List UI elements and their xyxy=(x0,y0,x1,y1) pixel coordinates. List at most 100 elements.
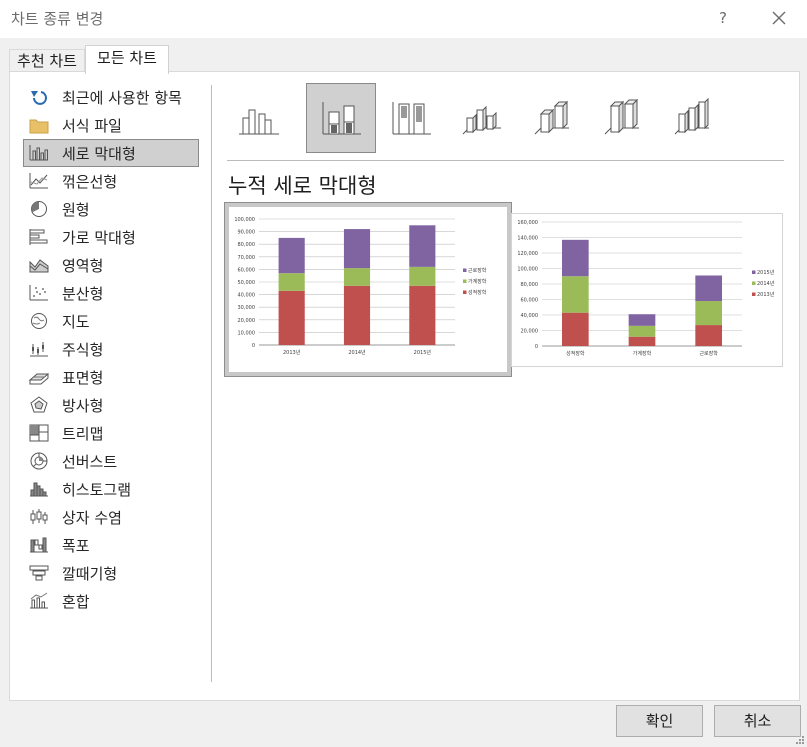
x-tick-label: 근로장학 xyxy=(699,350,718,357)
y-tick-label: 30,000 xyxy=(238,305,256,311)
all-charts-panel: 최근에 사용한 항목서식 파일 세로 막대형꺾은선형원형가로 막대형 영역형분산형지… xyxy=(9,71,800,701)
x-tick-label: 2013년 xyxy=(283,349,301,356)
chart-type-item[interactable]: 표면형 xyxy=(23,363,199,391)
y-tick-label: 40,000 xyxy=(521,313,539,319)
legend-label: 성적장학 xyxy=(468,289,487,296)
bar-segment xyxy=(628,314,656,326)
subtype-clustered-column[interactable] xyxy=(224,83,294,153)
chart-type-item[interactable]: 주식형 xyxy=(23,335,199,363)
divider xyxy=(227,160,784,161)
legend-label: 2013년 xyxy=(757,291,775,298)
subtype-3d-clustered-column[interactable] xyxy=(446,83,516,153)
chart-type-item[interactable]: 꺾은선형 xyxy=(23,167,199,195)
chart-type-item[interactable]: 트리맵 xyxy=(23,419,199,447)
title-bar: 차트 종류 변경 ? xyxy=(0,0,807,38)
chart-type-item[interactable]: 혼합 xyxy=(23,587,199,615)
tab-recommended-charts[interactable]: 추천 차트 xyxy=(9,49,85,73)
ok-button[interactable]: 확인 xyxy=(616,705,703,737)
chart-preview-1-svg: 100,000 90,000 80,000 70,000 60,000 50,000 40,… xyxy=(234,217,487,356)
cancel-button[interactable]: 취소 xyxy=(714,705,801,737)
chart-type-item[interactable]: 최근에 사용한 항목 xyxy=(23,83,199,111)
y-tick-label: 40,000 xyxy=(238,293,256,299)
3d-column-icon xyxy=(674,98,709,135)
chart-type-item[interactable]: 지도 xyxy=(23,307,199,335)
funnel-chart-icon xyxy=(26,563,52,583)
chart-type-label: 폭포 xyxy=(62,536,90,555)
chart-type-item[interactable]: 세로 막대형 xyxy=(23,139,199,167)
legend-label: 가계장학 xyxy=(468,278,487,285)
waterfall-chart-icon xyxy=(26,535,52,555)
subtype-100-stacked-column[interactable] xyxy=(376,83,446,153)
percent-stacked-column-icon xyxy=(392,102,431,135)
chart-type-label: 주식형 xyxy=(62,340,104,359)
chart-type-item[interactable]: 서식 파일 xyxy=(23,111,199,139)
y-tick-label: 70,000 xyxy=(238,255,256,261)
chart-type-item[interactable]: 원형 xyxy=(23,195,199,223)
y-tick-label: 60,000 xyxy=(521,298,539,304)
chart-type-item[interactable]: 선버스트 xyxy=(23,447,199,475)
y-tick-label: 0 xyxy=(535,344,538,350)
bar-segment xyxy=(409,266,436,286)
chart-type-label: 최근에 사용한 항목 xyxy=(62,88,182,107)
stock-chart-icon xyxy=(26,339,52,359)
map-chart-icon xyxy=(26,311,52,331)
subtype-3d-100-stacked-column[interactable] xyxy=(586,83,656,153)
y-tick-label: 90,000 xyxy=(238,230,256,236)
3d-percent-stacked-column-icon xyxy=(604,98,639,135)
histogram-chart-icon xyxy=(26,479,52,499)
chart-type-item[interactable]: 히스토그램 xyxy=(23,475,199,503)
bar-segment xyxy=(343,229,371,269)
bar-segment xyxy=(409,285,436,345)
radar-chart-icon xyxy=(26,395,52,415)
y-tick-label: 100,000 xyxy=(517,267,538,273)
chart-type-item[interactable]: 가로 막대형 xyxy=(23,223,199,251)
bar-segment xyxy=(628,336,656,346)
y-tick-label: 60,000 xyxy=(238,267,256,273)
subtype-3d-stacked-column[interactable] xyxy=(516,83,586,153)
chart-type-item[interactable]: 영역형 xyxy=(23,251,199,279)
chart-type-label: 분산형 xyxy=(62,284,104,303)
help-button[interactable]: ? xyxy=(712,7,734,29)
legend-label: 근로장학 xyxy=(468,267,487,274)
subtype-stacked-column[interactable] xyxy=(306,83,376,153)
chart-type-item[interactable]: 방사형 xyxy=(23,391,199,419)
bar-segment xyxy=(695,275,722,302)
y-tick-label: 20,000 xyxy=(238,318,256,324)
resize-grip-icon[interactable] xyxy=(795,735,805,745)
bar-segment xyxy=(278,273,305,291)
chart-preview-2-svg: 160,000 140,000 120,000 100,000 80,000 60,000… xyxy=(517,220,775,357)
chart-preview-1[interactable]: 100,000 90,000 80,000 70,000 60,000 50,000 40,… xyxy=(224,202,512,377)
chart-type-label: 히스토그램 xyxy=(62,480,132,499)
chart-type-item[interactable]: 분산형 xyxy=(23,279,199,307)
chart-type-item[interactable]: 상자 수염 xyxy=(23,503,199,531)
clustered-column-icon xyxy=(239,109,279,135)
y-tick-label: 80,000 xyxy=(238,242,256,248)
chart-type-label: 꺾은선형 xyxy=(62,172,118,191)
bar-segment xyxy=(695,301,722,326)
bar-segment xyxy=(562,276,589,313)
subtype-3d-column[interactable] xyxy=(656,83,726,153)
close-button[interactable] xyxy=(766,5,792,31)
area-chart-icon xyxy=(26,255,52,275)
3d-stacked-column-icon xyxy=(534,100,569,135)
chart-type-label: 혼합 xyxy=(62,592,90,611)
chart-type-label: 원형 xyxy=(62,200,90,219)
bar-segment xyxy=(562,239,589,277)
y-tick-label: 100,000 xyxy=(234,217,255,223)
y-tick-label: 0 xyxy=(252,343,255,349)
bar-segment xyxy=(278,290,305,345)
legend-swatch xyxy=(752,270,756,274)
chart-type-item[interactable]: 폭포 xyxy=(23,531,199,559)
tab-all-charts[interactable]: 모든 차트 xyxy=(85,45,169,74)
chart-type-item[interactable]: 깔때기형 xyxy=(23,559,199,587)
chart-type-label: 깔때기형 xyxy=(62,564,118,583)
y-tick-label: 160,000 xyxy=(517,220,538,226)
legend-swatch xyxy=(463,279,467,283)
dialog-body: 추천 차트 최근에 사용한 항목서식 파일 세로 막대형꺾은선형원형가로 막대형 영… xyxy=(0,38,807,747)
close-icon xyxy=(772,11,786,25)
chart-preview-2[interactable]: 160,000 140,000 120,000 100,000 80,000 60,000… xyxy=(511,213,783,367)
bar-segment xyxy=(278,237,305,274)
legend-swatch xyxy=(752,281,756,285)
folder-icon xyxy=(26,115,52,135)
x-tick-label: 성적장학 xyxy=(566,350,585,357)
